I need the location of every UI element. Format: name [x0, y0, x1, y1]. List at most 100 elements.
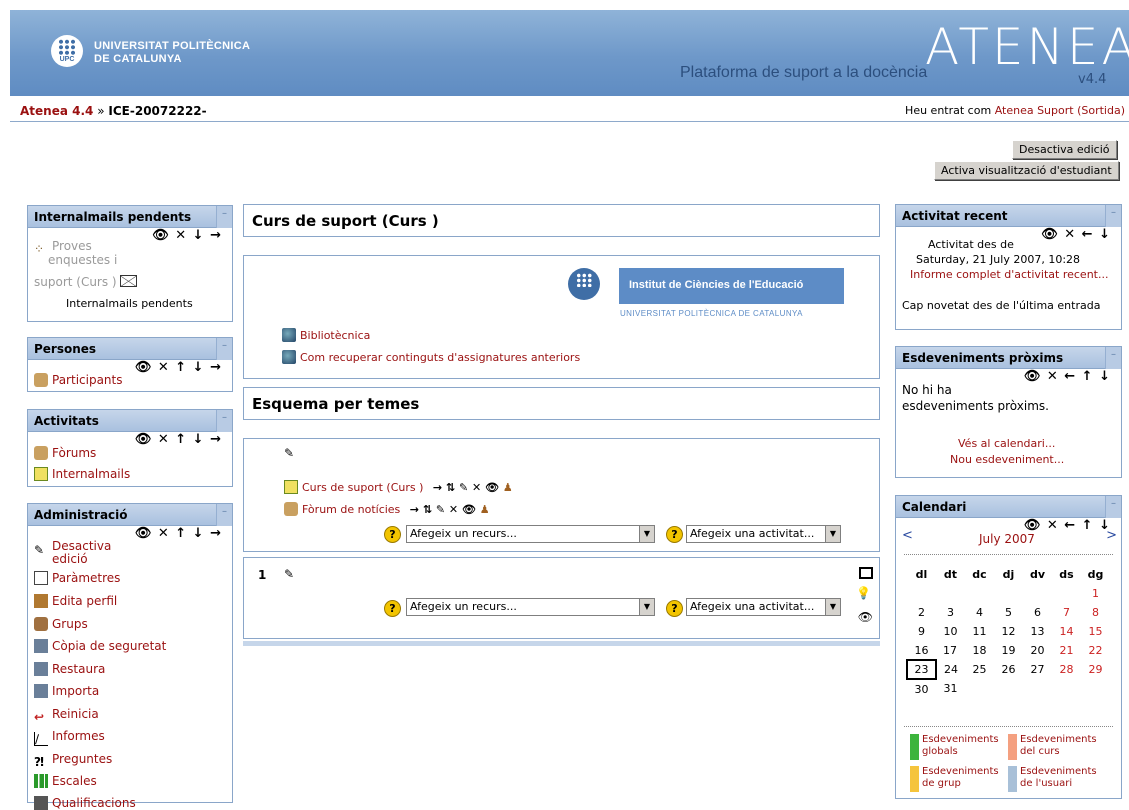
add-activity-select[interactable]: Afegeix una activitat... ▼ — [686, 598, 841, 616]
calendar-day[interactable]: 5 — [994, 603, 1023, 622]
link-recover-content[interactable]: Com recuperar continguts d'assignatures … — [282, 350, 580, 364]
full-report-link[interactable]: Informe complet d'activitat recent... — [910, 268, 1108, 281]
edit-summary-icon[interactable]: ✎ — [284, 446, 294, 460]
help-icon[interactable]: ? — [384, 600, 401, 617]
help-icon[interactable]: ? — [384, 526, 401, 543]
calendar-day[interactable]: 4 — [965, 603, 994, 622]
admin-item-restore[interactable]: Restaura — [34, 662, 105, 676]
calendar-day[interactable]: 28 — [1052, 660, 1081, 679]
dropdown-arrow-icon[interactable]: ▼ — [639, 599, 654, 615]
resource-news-forum[interactable]: Fòrum de notícies → ⇅ ✎ ✕ 👁 ♟ — [284, 502, 490, 516]
envelope-icon[interactable] — [120, 275, 138, 287]
go-to-calendar-link[interactable]: Vés al calendari... — [958, 437, 1055, 450]
admin-item-edit-profile[interactable]: Edita perfil — [34, 594, 117, 608]
hide-block-icon[interactable]: – — [1105, 205, 1121, 227]
admin-item-reports[interactable]: ∕ Informes — [34, 729, 105, 746]
calendar-day[interactable]: 23 — [906, 659, 937, 680]
block-controls[interactable]: 👁 ✕ ↑ ↓ → — [135, 432, 222, 447]
resource-course-forum[interactable]: Curs de suport (Curs ) → ⇅ ✎ ✕ 👁 ♟ — [284, 480, 513, 494]
calendar-day[interactable]: 12 — [994, 622, 1023, 641]
calendar-next-month[interactable]: > — [1106, 528, 1117, 543]
dropdown-arrow-icon[interactable]: ▼ — [825, 526, 840, 542]
block-controls[interactable]: 👁 ✕ ← ↑ ↓ — [1024, 369, 1111, 384]
calendar-day[interactable]: 9 — [907, 622, 936, 641]
breadcrumb-home-link[interactable]: Atenea 4.4 — [20, 104, 93, 118]
upc-logo[interactable]: UPC — [51, 35, 83, 67]
resource-controls[interactable]: → ⇅ ✎ ✕ 👁 ♟ — [410, 503, 490, 516]
calendar-day[interactable]: 11 — [965, 622, 994, 641]
course-summary-box: Institut de Ciències de l'Educació UNIVE… — [243, 255, 880, 379]
admin-item-backup[interactable]: Còpia de seguretat — [34, 639, 166, 653]
block-controls[interactable]: 👁 ✕ ↓ → — [152, 228, 222, 243]
calendar-day[interactable]: 26 — [994, 660, 1023, 679]
internalmail-item-line3[interactable]: suport (Curs ) — [34, 275, 138, 289]
internalmail-item-line2[interactable]: enquestes i — [48, 253, 117, 267]
calendar-day[interactable]: 30 — [907, 679, 936, 698]
block-controls[interactable]: 👁 ✕ ← ↑ ↓ — [1024, 518, 1111, 533]
login-user-link[interactable]: Atenea Suport — [995, 104, 1074, 117]
link-label: Com recuperar continguts d'assignatures … — [300, 351, 581, 364]
admin-item-grades[interactable]: Qualificacions — [34, 796, 136, 810]
edit-off-button[interactable]: Desactiva edició — [1012, 140, 1117, 159]
calendar-day[interactable]: 25 — [965, 660, 994, 679]
calendar-day[interactable]: 8 — [1081, 603, 1110, 622]
block-controls[interactable]: 👁 ✕ ↑ ↓ → — [135, 360, 222, 375]
add-resource-select[interactable]: Afegeix un recurs... ▼ — [406, 598, 655, 616]
calendar-day[interactable]: 2 — [907, 603, 936, 622]
resource-controls[interactable]: → ⇅ ✎ ✕ 👁 ♟ — [433, 481, 513, 494]
hide-block-icon[interactable]: – — [216, 338, 232, 360]
student-view-button[interactable]: Activa visualització d'estudiant — [934, 161, 1119, 180]
calendar-day[interactable]: 7 — [1052, 603, 1081, 622]
admin-item-reset[interactable]: ↩ Reinicia — [34, 707, 99, 724]
hide-block-icon[interactable]: – — [216, 206, 232, 228]
logout-link[interactable]: (Sortida) — [1077, 104, 1125, 117]
calendar-day[interactable]: 29 — [1081, 660, 1110, 679]
calendar-day[interactable]: 1 — [1081, 584, 1110, 603]
hide-block-icon[interactable]: – — [1105, 496, 1121, 518]
hide-block-icon[interactable]: – — [216, 504, 232, 526]
calendar-day[interactable]: 10 — [936, 622, 965, 641]
calendar-day[interactable]: 16 — [907, 641, 936, 660]
dropdown-arrow-icon[interactable]: ▼ — [825, 599, 840, 615]
calendar-day[interactable]: 13 — [1023, 622, 1052, 641]
block-controls[interactable]: 👁 ✕ ← ↓ — [1041, 227, 1111, 242]
help-icon[interactable]: ? — [666, 600, 683, 617]
calendar-day[interactable]: 20 — [1023, 641, 1052, 660]
add-resource-select[interactable]: Afegeix un recurs... ▼ — [406, 525, 655, 543]
admin-item-groups[interactable]: Grups — [34, 617, 88, 631]
hide-block-icon[interactable]: – — [1105, 347, 1121, 369]
add-activity-select[interactable]: Afegeix una activitat... ▼ — [686, 525, 841, 543]
calendar-day[interactable]: 21 — [1052, 641, 1081, 660]
block-controls[interactable]: 👁 ✕ ↑ ↓ → — [135, 526, 222, 541]
calendar-day[interactable]: 18 — [965, 641, 994, 660]
calendar-day[interactable]: 6 — [1023, 603, 1052, 622]
calendar-day[interactable]: 17 — [936, 641, 965, 660]
highlight-section-icon[interactable]: 💡 — [856, 586, 871, 600]
admin-item-edit-off[interactable]: ✎ Desactiva edició — [34, 540, 122, 566]
calendar-day[interactable]: 19 — [994, 641, 1023, 660]
hide-block-icon[interactable]: – — [216, 410, 232, 432]
link-bibliotecnica[interactable]: Bibliotècnica — [282, 328, 370, 342]
edit-summary-icon[interactable]: ✎ — [284, 567, 294, 581]
admin-item-questions[interactable]: ⁈ Preguntes — [34, 752, 112, 769]
calendar-day[interactable]: 27 — [1023, 660, 1052, 679]
calendar-day[interactable]: 15 — [1081, 622, 1110, 641]
help-icon[interactable]: ? — [666, 526, 683, 543]
calendar-day[interactable]: 24 — [936, 660, 965, 679]
calendar-day[interactable]: 22 — [1081, 641, 1110, 660]
admin-item-settings[interactable]: Paràmetres — [34, 571, 120, 585]
participants-link[interactable]: Participants — [34, 373, 123, 387]
forums-link[interactable]: Fòrums — [34, 446, 96, 460]
show-only-section-icon[interactable] — [859, 567, 873, 579]
admin-item-import[interactable]: Importa — [34, 684, 99, 698]
calendar-day[interactable]: 14 — [1052, 622, 1081, 641]
dropdown-arrow-icon[interactable]: ▼ — [639, 526, 654, 542]
hide-section-icon[interactable]: 👁 — [858, 610, 873, 624]
calendar-day[interactable]: 3 — [936, 603, 965, 622]
internalmails-link[interactable]: Internalmails — [34, 467, 130, 481]
admin-item-scales[interactable]: Escales — [34, 774, 97, 788]
add-activity-select-value: Afegeix una activitat... — [690, 527, 815, 540]
new-event-link[interactable]: Nou esdeveniment... — [950, 453, 1064, 466]
calendar-prev-month[interactable]: < — [902, 528, 913, 543]
calendar-day[interactable]: 31 — [936, 679, 965, 698]
